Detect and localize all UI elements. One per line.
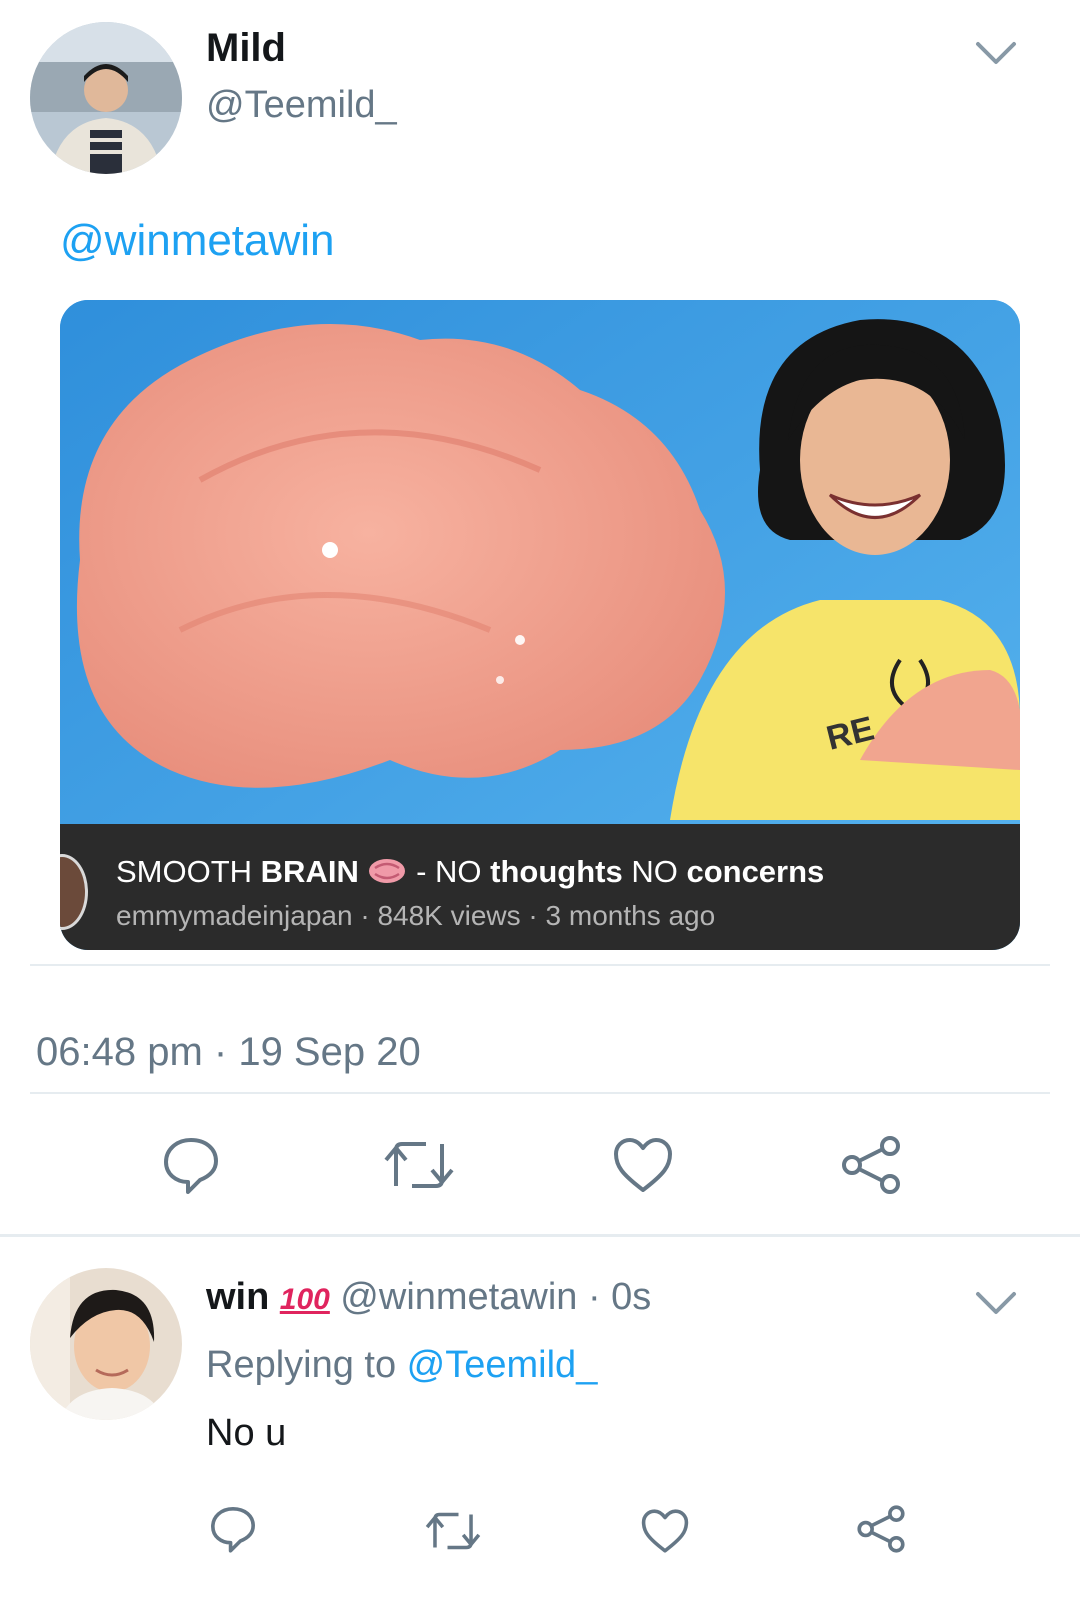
- divider: [0, 1234, 1080, 1237]
- mention-link[interactable]: @winmetawin: [60, 216, 335, 266]
- author-avatar[interactable]: [30, 22, 182, 174]
- media-card[interactable]: RE SMOOTH BRAIN - NO thoughts NO concern…: [60, 300, 1020, 950]
- video-title: SMOOTH BRAIN - NO thoughts NO concerns: [116, 854, 825, 889]
- divider: [30, 1092, 1050, 1094]
- channel-avatar: [60, 854, 88, 930]
- chevron-down-icon[interactable]: [974, 38, 1018, 73]
- author-name[interactable]: Mild: [206, 26, 286, 71]
- tweet-timestamp[interactable]: 06:48 pm · 19 Sep 20: [36, 1030, 421, 1075]
- brain-icon: [367, 856, 407, 886]
- author-handle[interactable]: @Teemild_: [206, 84, 397, 127]
- retweet-icon[interactable]: [424, 1508, 482, 1559]
- reply-icon[interactable]: [208, 1504, 258, 1559]
- reply-text: No u: [206, 1412, 287, 1454]
- reply-icon[interactable]: [160, 1134, 222, 1201]
- retweet-icon[interactable]: [382, 1136, 456, 1199]
- replying-to: Replying to @Teemild_: [206, 1344, 598, 1386]
- reply-author-avatar[interactable]: [30, 1268, 182, 1420]
- hundred-badge: 100: [279, 1283, 330, 1316]
- share-icon[interactable]: [840, 1134, 902, 1201]
- like-icon[interactable]: [640, 1508, 690, 1559]
- video-caption-bar: SMOOTH BRAIN - NO thoughts NO concerns e…: [60, 824, 1020, 950]
- like-icon[interactable]: [612, 1136, 674, 1199]
- divider: [30, 964, 1050, 966]
- share-icon[interactable]: [856, 1504, 906, 1559]
- reply-handle-time[interactable]: @winmetawin · 0s: [340, 1276, 651, 1318]
- reply-author-name[interactable]: win: [206, 1276, 269, 1318]
- video-meta: emmymadeinjapan · 848K views · 3 months …: [116, 900, 716, 931]
- reply-header: win 100 @winmetawin · 0s: [206, 1276, 651, 1319]
- replying-to-link[interactable]: @Teemild_: [407, 1344, 598, 1386]
- chevron-down-icon[interactable]: [974, 1288, 1018, 1323]
